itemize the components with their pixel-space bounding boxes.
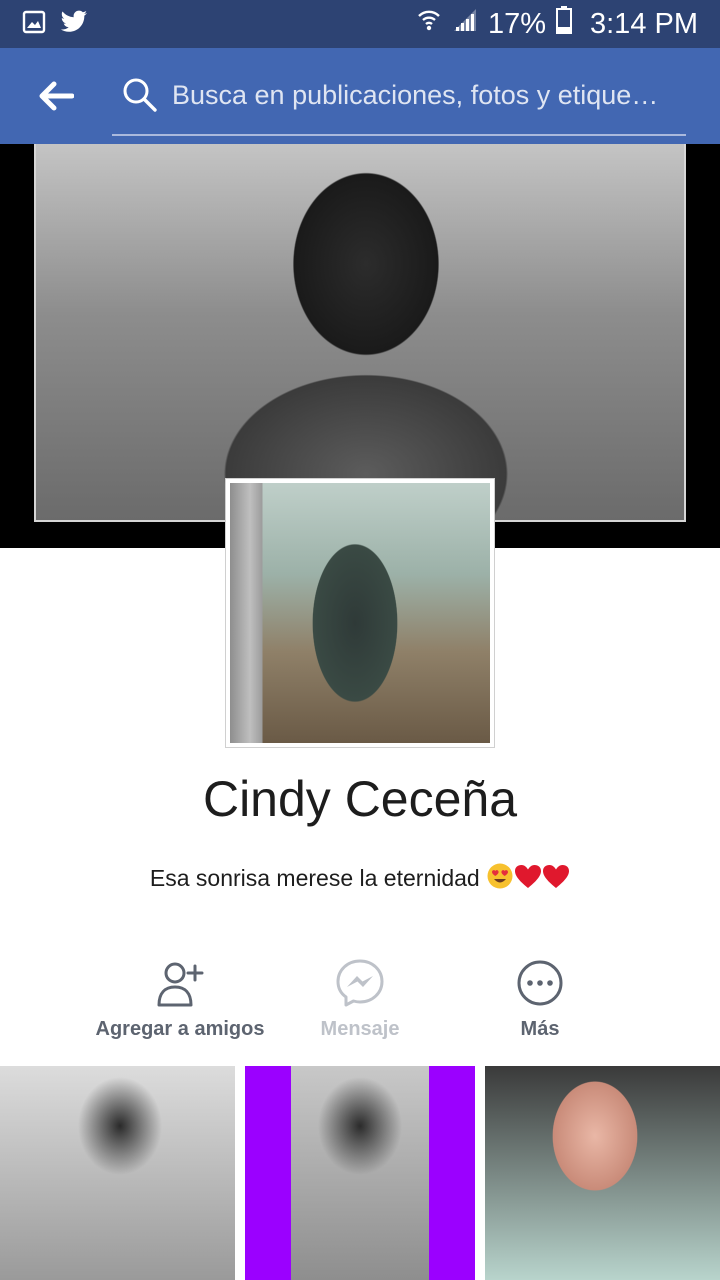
battery-icon xyxy=(556,6,572,42)
search-icon xyxy=(123,78,157,112)
featured-photo[interactable] xyxy=(245,1066,475,1280)
heart-emoji-icon xyxy=(542,864,570,896)
cover-photo[interactable] xyxy=(34,144,686,522)
heart-eyes-emoji-icon xyxy=(486,862,514,896)
messenger-icon xyxy=(336,959,384,1007)
profile-picture-image xyxy=(230,483,490,743)
profile-actions: Agregar a amigos Mensaje Más xyxy=(0,958,720,1048)
notification-icons xyxy=(22,10,88,39)
search-bar[interactable] xyxy=(112,56,686,136)
back-arrow-icon xyxy=(39,81,74,111)
wifi-icon xyxy=(416,7,442,41)
more-options-icon xyxy=(517,960,563,1006)
featured-photo[interactable] xyxy=(485,1066,720,1280)
heart-emoji-icon xyxy=(514,864,542,896)
battery-percent: 17% xyxy=(487,7,546,40)
search-header xyxy=(0,48,720,144)
more-button[interactable]: Más xyxy=(420,958,660,1048)
profile-bio: Esa sonrisa merese la eternidad xyxy=(0,862,720,896)
bio-text: Esa sonrisa merese la eternidad xyxy=(149,865,480,891)
signal-icon xyxy=(452,7,478,41)
clock: 3:14 PM xyxy=(590,7,698,40)
more-label: Más xyxy=(520,1018,560,1040)
add-friend-icon xyxy=(157,962,204,1007)
profile-picture[interactable] xyxy=(225,478,495,748)
twitter-icon xyxy=(60,10,88,39)
message-label: Mensaje xyxy=(320,1018,400,1040)
search-input[interactable] xyxy=(172,79,686,111)
system-status: 17% 3:14 PM xyxy=(416,6,698,42)
back-button[interactable] xyxy=(0,48,112,144)
profile-name: Cindy Ceceña xyxy=(202,771,518,827)
featured-photos xyxy=(0,1066,720,1280)
status-bar: 17% 3:14 PM xyxy=(0,0,720,48)
gallery-icon xyxy=(22,10,46,39)
featured-photo[interactable] xyxy=(0,1066,235,1280)
profile-screen: 17% 3:14 PM Cindy Ceceña Esa sonrisa mer… xyxy=(0,0,720,1280)
